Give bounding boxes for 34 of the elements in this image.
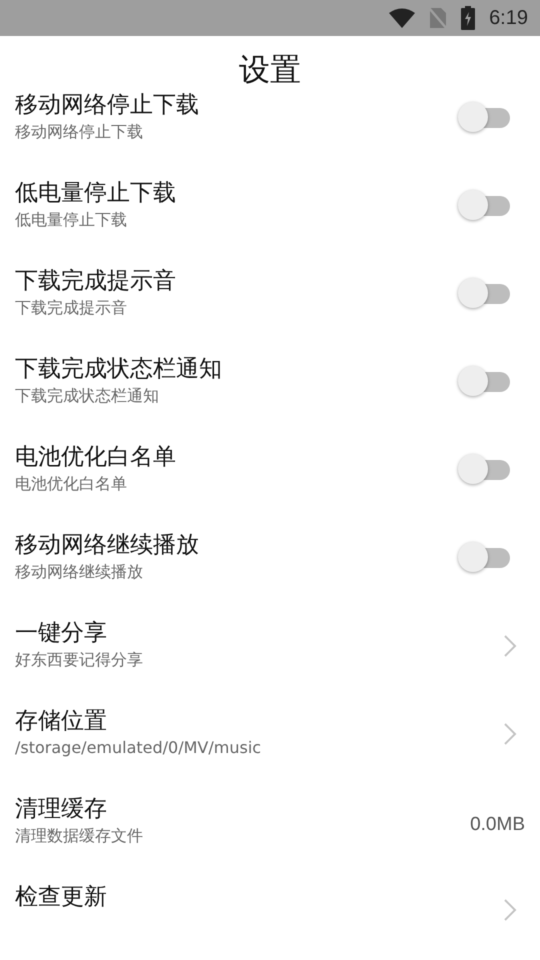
status-time: 6:19 — [489, 6, 528, 30]
setting-title[interactable]: 移动网络继续播放 — [15, 530, 199, 560]
setting-description: 下载完成状态栏通知 — [15, 385, 159, 407]
setting-title[interactable]: 一键分享 — [15, 618, 107, 648]
toggle-switch[interactable] — [458, 366, 510, 396]
toggle-switch[interactable] — [458, 190, 510, 220]
setting-title[interactable]: 检查更新 — [15, 882, 107, 912]
chevron-icon — [503, 634, 517, 658]
setting-description: 下载完成提示音 — [15, 297, 127, 319]
wifi-icon — [389, 8, 416, 28]
chevron-icon — [503, 898, 517, 922]
no-sim-icon — [429, 7, 448, 29]
setting-description: 电池优化白名单 — [15, 473, 127, 495]
chevron-icon — [503, 722, 517, 746]
setting-description: 移动网络继续播放 — [15, 561, 143, 583]
toggle-switch[interactable] — [458, 454, 510, 484]
setting-title[interactable]: 低电量停止下载 — [15, 178, 176, 208]
setting-description: /storage/emulated/0/MV/music — [15, 737, 262, 759]
page-title: 设置 — [239, 51, 301, 90]
battery-charging-icon — [461, 6, 476, 30]
setting-title[interactable]: 清理缓存 — [15, 794, 107, 824]
setting-description: 移动网络停止下载 — [15, 121, 143, 143]
setting-description: 清理数据缓存文件 — [15, 825, 143, 847]
setting-title[interactable]: 电池优化白名单 — [15, 442, 176, 472]
setting-description: 好东西要记得分享 — [15, 649, 143, 671]
toggle-switch[interactable] — [458, 278, 510, 308]
setting-title[interactable]: 存储位置 — [15, 706, 107, 736]
setting-title[interactable]: 下载完成提示音 — [15, 266, 176, 296]
cache-size: 0.0MB — [470, 814, 525, 835]
toggle-switch[interactable] — [458, 102, 510, 132]
setting-title[interactable]: 移动网络停止下载 — [15, 90, 199, 120]
toggle-switch[interactable] — [458, 542, 510, 572]
setting-title[interactable]: 下载完成状态栏通知 — [15, 354, 222, 384]
setting-description: 低电量停止下载 — [15, 209, 127, 231]
